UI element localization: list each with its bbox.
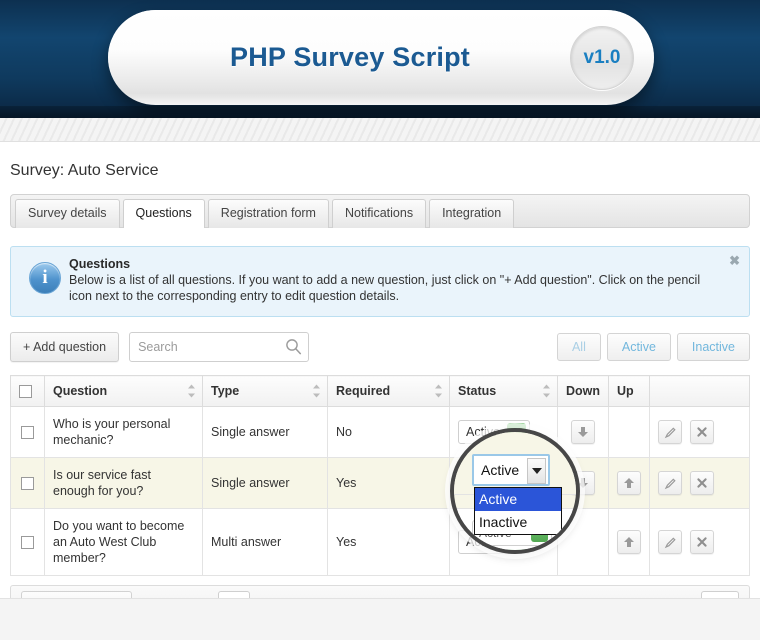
filter-inactive-button[interactable]: Inactive [676, 333, 750, 361]
cell-type: Multi answer [202, 508, 328, 577]
table-row: Is our service fast enough for you? Sing… [10, 457, 750, 510]
cell-required: Yes [327, 508, 450, 577]
edit-button[interactable] [658, 471, 683, 496]
pencil-icon [664, 427, 676, 438]
cell-actions [649, 508, 750, 577]
edit-button[interactable] [658, 530, 683, 555]
delete-button[interactable] [689, 471, 714, 496]
cell-actions [649, 406, 750, 459]
cell-question: Is our service fast enough for you? [44, 457, 203, 510]
striped-divider [0, 118, 760, 142]
cell-move-up [608, 406, 651, 459]
tab-questions[interactable]: Questions [122, 199, 205, 228]
cell-move-up [608, 508, 651, 577]
option-inactive[interactable]: Inactive [475, 511, 561, 534]
header-actions [649, 374, 750, 408]
header-type-label: Type [211, 384, 240, 399]
page-bottom-strip [0, 598, 760, 640]
filter-active-button[interactable]: Active [606, 333, 671, 361]
row-select-cell [10, 406, 45, 459]
header-status[interactable]: Status [449, 374, 558, 408]
sort-icon[interactable] [187, 384, 196, 398]
tab-notifications[interactable]: Notifications [331, 199, 427, 228]
status-select-options: Active Inactive [474, 487, 562, 535]
logo-pill: PHP Survey Script v1.0 [108, 10, 654, 105]
app-title: PHP Survey Script [229, 42, 470, 72]
edit-button[interactable] [658, 420, 683, 445]
cell-actions [649, 457, 750, 510]
cell-required: No [327, 406, 450, 459]
page-content: Survey: Auto Service Survey details Quest… [0, 162, 760, 626]
tab-integration[interactable]: Integration [429, 199, 515, 228]
close-icon [696, 478, 707, 488]
header-status-label: Status [458, 384, 497, 399]
row-checkbox[interactable] [21, 536, 34, 550]
option-active[interactable]: Active [475, 488, 561, 511]
row-select-cell [10, 457, 45, 510]
sort-icon[interactable] [312, 384, 321, 398]
row-checkbox[interactable] [21, 426, 34, 440]
cell-required: Yes [327, 457, 450, 510]
tab-survey-details[interactable]: Survey details [15, 199, 120, 228]
header-up: Up [608, 374, 651, 408]
close-icon [696, 427, 707, 437]
info-text: Below is a list of all questions. If you… [69, 273, 701, 303]
arrow-down-icon [578, 427, 589, 438]
table-header-row: Question Type Required Status Down Up [10, 374, 750, 408]
cell-type: Single answer [202, 457, 328, 510]
cell-question: Who is your personal mechanic? [44, 406, 203, 459]
filter-all-button[interactable]: All [556, 333, 601, 361]
app-header: PHP Survey Script v1.0 [0, 0, 760, 118]
delete-button[interactable] [689, 420, 714, 445]
header-required[interactable]: Required [327, 374, 450, 408]
arrow-up-icon [624, 478, 635, 489]
row-checkbox[interactable] [21, 477, 34, 491]
table-row: Do you want to become an Auto West Club … [10, 508, 750, 577]
magnifier-content: Active ✔ Active Active Inactive [454, 432, 576, 550]
table-row: Who is your personal mechanic? Single an… [10, 406, 750, 459]
header-down: Down [556, 374, 610, 408]
header-question[interactable]: Question [44, 374, 203, 408]
row-select-cell [10, 508, 45, 577]
tab-registration-form[interactable]: Registration form [207, 199, 329, 228]
move-up-button[interactable] [617, 471, 642, 496]
select-all-checkbox[interactable] [19, 385, 32, 399]
search-input[interactable] [129, 332, 310, 362]
magnifier-lens: Active ✔ Active Active Inactive [450, 428, 580, 554]
add-question-button[interactable]: + Add question [10, 332, 120, 362]
version-badge: v1.0 [570, 25, 634, 90]
cell-type: Single answer [202, 406, 328, 459]
close-icon [696, 537, 707, 547]
header-required-label: Required [336, 384, 391, 399]
cell-question: Do you want to become an Auto West Club … [44, 508, 203, 577]
arrow-up-icon [624, 537, 635, 548]
close-icon[interactable]: ✖ [729, 253, 740, 269]
header-type[interactable]: Type [202, 374, 328, 408]
status-select-button[interactable] [527, 458, 546, 484]
pencil-icon [664, 478, 676, 489]
chevron-down-icon [531, 468, 542, 474]
header-select-all [10, 374, 45, 408]
sort-icon[interactable] [434, 384, 443, 398]
header-question-label: Question [53, 384, 108, 399]
status-filter-group: All Active Inactive [556, 333, 750, 361]
tab-bar: Survey details Questions Registration form… [10, 194, 750, 228]
info-icon: i [29, 262, 61, 294]
delete-button[interactable] [689, 530, 714, 555]
cell-move-up [608, 457, 651, 510]
info-title: Questions [69, 257, 131, 271]
questions-table: Question Type Required Status Down Up Wh… [10, 374, 750, 577]
status-select-value: Active [481, 462, 520, 478]
pencil-icon [664, 537, 676, 548]
table-toolbar: + Add question All Active Inactive [10, 331, 750, 363]
status-select[interactable]: Active [472, 454, 550, 486]
page-title: Survey: Auto Service [10, 162, 159, 179]
search-box [129, 332, 310, 362]
move-up-button[interactable] [617, 530, 642, 555]
info-banner: i Questions Below is a list of all quest… [10, 246, 750, 317]
sort-icon[interactable] [542, 384, 551, 398]
